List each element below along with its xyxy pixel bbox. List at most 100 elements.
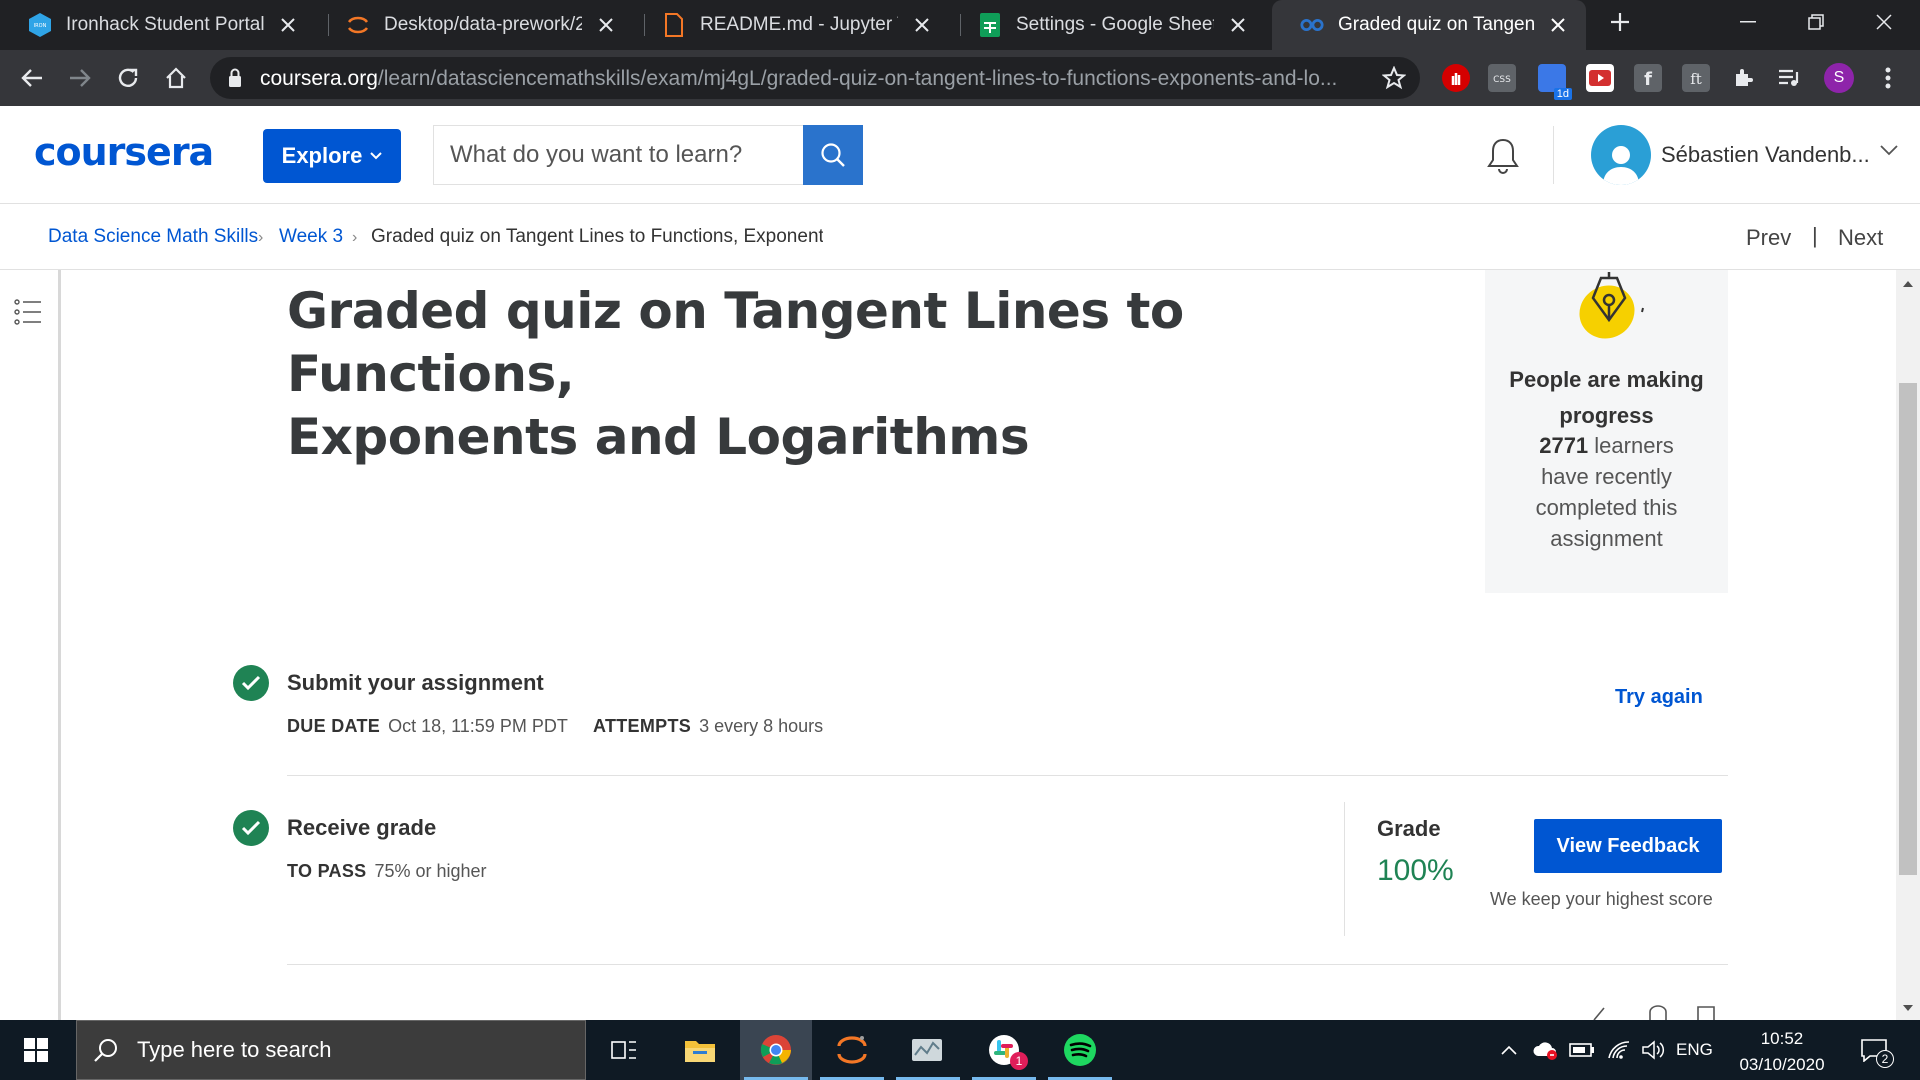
browser-tab[interactable]: Desktop/data-prework/2.-S xyxy=(318,0,634,50)
page-title: Graded quiz on Tangent Lines to Function… xyxy=(287,280,1437,469)
back-arrow-icon[interactable] xyxy=(12,50,52,106)
user-name[interactable]: Sébastien Vandenb... xyxy=(1661,142,1870,168)
windows-start-icon[interactable] xyxy=(0,1020,72,1080)
taskbar-clock[interactable]: 10:52 03/10/2020 xyxy=(1732,1026,1832,1078)
breadcrumb-course-link[interactable]: Data Science Math Skills xyxy=(48,226,258,248)
coursera-logo[interactable]: coursera xyxy=(34,130,214,174)
try-again-link[interactable]: Try again xyxy=(1615,686,1703,709)
new-tab-button[interactable] xyxy=(1590,0,1650,44)
jupyter-icon xyxy=(346,13,370,37)
file-icon xyxy=(662,13,686,37)
volume-icon[interactable] xyxy=(1638,1020,1670,1080)
browser-tab[interactable]: IRON Ironhack Student Portal xyxy=(0,0,316,50)
search-button[interactable] xyxy=(803,125,863,185)
cloud-sync-icon[interactable] xyxy=(1530,1020,1560,1080)
due-date-value: Oct 18, 11:59 PM PDT xyxy=(388,716,568,736)
slack-icon[interactable]: 1 xyxy=(968,1020,1040,1080)
restore-icon[interactable] xyxy=(1786,0,1846,44)
home-icon[interactable] xyxy=(156,50,196,106)
search-input[interactable] xyxy=(433,125,803,185)
site-header: coursera Explore Sébastien Vandenb... xyxy=(0,106,1920,204)
input-language[interactable]: ENG xyxy=(1676,1040,1713,1060)
close-tab-icon[interactable] xyxy=(592,11,620,39)
close-tab-icon[interactable] xyxy=(274,11,302,39)
learner-count: 2771 xyxy=(1539,433,1589,458)
svg-text:ft: ft xyxy=(1690,70,1702,87)
chrome-icon[interactable] xyxy=(740,1020,812,1080)
notification-count: 2 xyxy=(1876,1050,1894,1068)
svg-text:IRON: IRON xyxy=(34,23,47,29)
attempts-label: ATTEMPTS xyxy=(593,716,692,736)
svg-text:f: f xyxy=(1644,69,1652,88)
reload-icon[interactable] xyxy=(108,50,148,106)
breadcrumb-week-link[interactable]: Week 3 xyxy=(279,226,343,248)
search-icon xyxy=(94,1039,117,1062)
grade-divider xyxy=(1344,802,1345,936)
bookmark-star-icon[interactable] xyxy=(1382,66,1406,90)
notification-center-icon[interactable]: 2 xyxy=(1852,1020,1896,1080)
notifications-bell-icon[interactable] xyxy=(1484,136,1522,176)
chevron-down-icon xyxy=(370,152,383,160)
page-title-line: Graded quiz on Tangent Lines to Function… xyxy=(287,282,1184,403)
address-bar[interactable]: coursera.org/learn/datasciencemathskills… xyxy=(210,57,1420,99)
attempts-value: 3 every 8 hours xyxy=(699,716,824,736)
media-queue-icon[interactable] xyxy=(1776,64,1804,92)
profile-avatar[interactable]: S xyxy=(1824,63,1854,93)
progress-card-text: 2771 learners have recently completed th… xyxy=(1485,430,1728,554)
data-app-icon[interactable] xyxy=(892,1020,964,1080)
browser-tab[interactable]: Settings - Google Sheets xyxy=(950,0,1266,50)
minimize-icon[interactable] xyxy=(1718,0,1778,44)
ironhack-icon: IRON xyxy=(28,13,52,37)
tray-overflow-chevron-icon[interactable] xyxy=(1494,1020,1524,1080)
header-divider xyxy=(1553,126,1554,184)
font-extension-icon[interactable]: ft xyxy=(1682,64,1710,92)
close-tab-icon[interactable] xyxy=(1224,11,1252,39)
scroll-up-arrow-icon[interactable] xyxy=(1900,276,1916,292)
kebab-menu-icon[interactable] xyxy=(1874,64,1902,92)
css-extension-icon[interactable]: CSS xyxy=(1488,64,1516,92)
extensions-puzzle-icon[interactable] xyxy=(1730,64,1758,92)
view-feedback-button[interactable]: View Feedback xyxy=(1534,819,1722,873)
pass-requirement: TO PASS 75% or higher xyxy=(287,861,487,882)
task-view-icon[interactable] xyxy=(588,1020,660,1080)
browser-tab-active[interactable]: Graded quiz on Tangent Lin xyxy=(1272,0,1586,50)
chevron-down-icon[interactable] xyxy=(1880,144,1898,156)
user-avatar-icon[interactable] xyxy=(1591,125,1651,185)
youtube-extension-icon[interactable] xyxy=(1586,64,1614,92)
scrollbar-thumb[interactable] xyxy=(1899,383,1917,875)
close-tab-icon[interactable] xyxy=(908,11,936,39)
windows-taskbar: Type here to search 1 ENG 10:52 03/10/20… xyxy=(0,1020,1920,1080)
file-explorer-icon[interactable] xyxy=(664,1020,736,1080)
next-link[interactable]: Next xyxy=(1838,225,1883,251)
tab-title: Settings - Google Sheets xyxy=(1016,14,1214,35)
adblock-extension-icon[interactable] xyxy=(1442,64,1470,92)
wifi-icon[interactable] xyxy=(1604,1020,1634,1080)
chevron-right-icon: › xyxy=(258,229,264,246)
close-tab-icon[interactable] xyxy=(1544,11,1572,39)
grade-value: 100% xyxy=(1377,854,1454,887)
taskbar-search-box[interactable]: Type here to search xyxy=(76,1020,586,1080)
explore-button[interactable]: Explore xyxy=(263,129,401,183)
grade-label: Grade xyxy=(1377,816,1441,841)
progress-card: People are making progress 2771 learners… xyxy=(1485,270,1728,593)
pass-label: TO PASS xyxy=(287,861,367,881)
browser-tab[interactable]: README.md - Jupyter Text E xyxy=(634,0,950,50)
tab-title: README.md - Jupyter Text E xyxy=(700,14,898,35)
due-date-label: DUE DATE xyxy=(287,716,381,736)
browser-tab-strip: IRON Ironhack Student Portal Desktop/dat… xyxy=(0,0,1920,50)
pass-value: 75% or higher xyxy=(374,861,487,881)
calendar-extension-icon[interactable]: 1d xyxy=(1538,64,1572,100)
coursera-icon xyxy=(1300,13,1324,37)
jupyter-app-icon[interactable] xyxy=(816,1020,888,1080)
prev-link[interactable]: Prev xyxy=(1746,225,1791,251)
spotify-icon[interactable] xyxy=(1044,1020,1116,1080)
close-window-icon[interactable] xyxy=(1854,0,1914,44)
explore-label: Explore xyxy=(281,143,363,168)
scroll-down-arrow-icon[interactable] xyxy=(1900,1000,1916,1016)
attempts: ATTEMPTS 3 every 8 hours xyxy=(593,716,823,737)
battery-icon[interactable] xyxy=(1566,1020,1598,1080)
forward-arrow-icon[interactable] xyxy=(60,50,100,106)
course-outline-menu-icon[interactable] xyxy=(14,298,42,326)
search-icon xyxy=(821,143,845,167)
facebook-extension-icon[interactable]: f xyxy=(1634,64,1662,92)
